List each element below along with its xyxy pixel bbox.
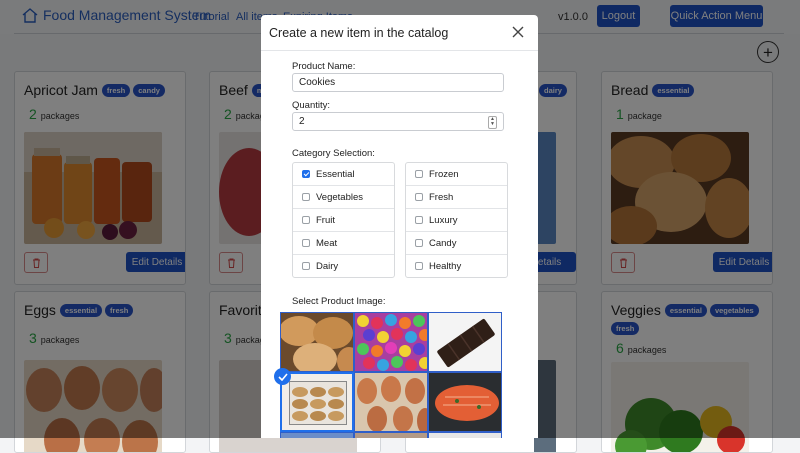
category-label: Candy bbox=[429, 237, 457, 249]
category-option-luxury[interactable]: Luxury bbox=[406, 209, 507, 232]
category-option-essential[interactable]: Essential bbox=[293, 163, 394, 186]
category-label: Frozen bbox=[429, 168, 459, 180]
category-label: Luxury bbox=[429, 214, 458, 226]
create-item-modal: Create a new item in the catalog Product… bbox=[261, 15, 538, 438]
category-option-candy[interactable]: Candy bbox=[406, 232, 507, 255]
product-name-input[interactable]: Cookies bbox=[292, 73, 504, 92]
category-list-left: Essential Vegetables Fruit Meat Dairy bbox=[292, 162, 395, 278]
category-option-meat[interactable]: Meat bbox=[293, 232, 394, 255]
category-label: Meat bbox=[316, 237, 338, 249]
checkbox[interactable] bbox=[415, 262, 423, 270]
checkbox[interactable] bbox=[302, 262, 310, 270]
category-option-dairy[interactable]: Dairy bbox=[293, 255, 394, 277]
product-name-label: Product Name: bbox=[292, 61, 356, 72]
select-image-label: Select Product Image: bbox=[292, 296, 386, 307]
category-label: Essential bbox=[316, 168, 355, 180]
image-option-candy[interactable] bbox=[354, 312, 428, 372]
category-label: Healthy bbox=[429, 260, 462, 272]
category-label: Vegetables bbox=[316, 191, 364, 203]
image-option-eggs[interactable] bbox=[354, 372, 428, 432]
category-label: Fruit bbox=[316, 214, 335, 226]
quantity-value: 2 bbox=[299, 116, 305, 127]
checkbox[interactable] bbox=[302, 193, 310, 201]
category-option-healthy[interactable]: Healthy bbox=[406, 255, 507, 277]
modal-title: Create a new item in the catalog bbox=[269, 26, 449, 40]
checkbox[interactable] bbox=[415, 193, 423, 201]
image-option-cookies[interactable] bbox=[280, 372, 354, 432]
image-option-bread[interactable] bbox=[280, 312, 354, 372]
category-option-frozen[interactable]: Frozen bbox=[406, 163, 507, 186]
checkbox[interactable] bbox=[415, 239, 423, 247]
image-option-chocolate[interactable] bbox=[428, 312, 502, 372]
quantity-input[interactable]: 2 ▲ ▼ bbox=[292, 112, 504, 131]
category-selection-label: Category Selection: bbox=[292, 148, 375, 159]
checkbox[interactable] bbox=[302, 239, 310, 247]
category-option-fresh[interactable]: Fresh bbox=[406, 186, 507, 209]
modal-header: Create a new item in the catalog bbox=[261, 15, 538, 51]
selected-check-icon bbox=[274, 368, 291, 385]
category-label: Dairy bbox=[316, 260, 339, 272]
quantity-label: Quantity: bbox=[292, 100, 331, 111]
quantity-stepper[interactable]: ▲ ▼ bbox=[488, 116, 497, 129]
category-option-fruit[interactable]: Fruit bbox=[293, 209, 394, 232]
image-option-salmon[interactable] bbox=[428, 372, 502, 432]
image-option-row3-3[interactable] bbox=[428, 432, 502, 438]
checkbox[interactable] bbox=[415, 170, 423, 178]
category-list-right: Frozen Fresh Luxury Candy Healthy bbox=[405, 162, 508, 278]
checkbox[interactable] bbox=[302, 216, 310, 224]
checkbox[interactable] bbox=[415, 216, 423, 224]
close-icon[interactable] bbox=[511, 25, 525, 39]
image-option-row3-1[interactable] bbox=[280, 432, 354, 438]
checkbox-checked[interactable] bbox=[302, 170, 310, 178]
category-option-vegetables[interactable]: Vegetables bbox=[293, 186, 394, 209]
category-label: Fresh bbox=[429, 191, 454, 203]
image-option-row3-2[interactable] bbox=[354, 432, 428, 438]
